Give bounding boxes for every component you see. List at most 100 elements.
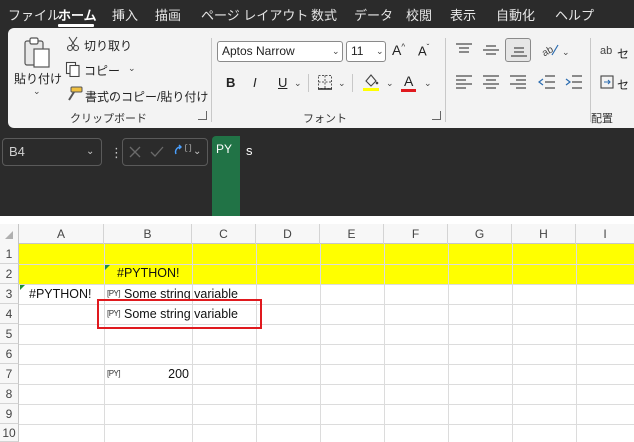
menu-data[interactable]: データ xyxy=(354,5,393,24)
column-header-g[interactable]: G xyxy=(448,224,512,244)
font-color-dropdown-icon[interactable]: ⌄ xyxy=(424,78,432,89)
column-header-f[interactable]: F xyxy=(384,224,448,244)
orientation-icon[interactable]: ab xyxy=(540,41,560,59)
fill-color-dropdown-icon[interactable]: ⌄ xyxy=(386,78,394,89)
copy-dropdown-icon[interactable]: ⌄ xyxy=(128,63,136,74)
python-badge: PY xyxy=(212,136,240,216)
gridline xyxy=(19,364,634,365)
borders-icon[interactable] xyxy=(317,74,333,90)
align-center-icon[interactable] xyxy=(482,74,500,90)
increase-indent-icon[interactable] xyxy=(565,74,583,90)
column-header-e[interactable]: E xyxy=(320,224,384,244)
menu-page-layout[interactable]: ページ レイアウト xyxy=(201,5,308,24)
group-divider xyxy=(211,38,212,122)
menu-review[interactable]: 校閲 xyxy=(406,5,432,24)
orientation-dropdown-icon[interactable]: ⌄ xyxy=(562,47,570,58)
font-color-button[interactable]: A xyxy=(404,73,413,89)
bold-button[interactable]: B xyxy=(226,75,235,90)
italic-button[interactable]: I xyxy=(253,75,257,90)
font-group-label: フォント xyxy=(303,113,347,125)
format-painter-icon[interactable] xyxy=(65,86,83,102)
menu-home[interactable]: ホーム xyxy=(58,5,97,24)
row-header-6[interactable]: 6 xyxy=(0,344,19,364)
gridline xyxy=(19,284,634,285)
copy-button-label[interactable]: コピー xyxy=(84,62,120,79)
font-size-dropdown-icon[interactable]: ⌄ xyxy=(376,46,384,57)
column-header-a[interactable]: A xyxy=(19,224,104,244)
cell-b2[interactable]: #PYTHON! xyxy=(117,266,180,280)
row-header-1[interactable]: 1 xyxy=(0,244,19,264)
python-mode-icon[interactable]: [] xyxy=(173,142,193,160)
align-middle-icon[interactable] xyxy=(482,42,500,58)
menu-view[interactable]: 表示 xyxy=(450,5,476,24)
align-left-icon[interactable] xyxy=(455,74,473,90)
clipboard-group-label: クリップボード xyxy=(70,113,147,125)
cancel-icon[interactable] xyxy=(128,145,142,159)
row-header-8[interactable]: 8 xyxy=(0,384,19,404)
gridline xyxy=(576,244,577,442)
menu-automate[interactable]: 自動化 xyxy=(496,5,535,24)
underline-dropdown-icon[interactable]: ⌄ xyxy=(294,78,302,89)
column-header-b[interactable]: B xyxy=(104,224,192,244)
align-top-icon[interactable] xyxy=(455,42,473,58)
annotation-highlight-box xyxy=(97,299,262,329)
clipboard-dialog-launcher-icon[interactable] xyxy=(198,111,207,120)
copy-icon[interactable] xyxy=(65,61,81,77)
format-painter-label[interactable]: 書式のコピー/貼り付け xyxy=(85,88,208,105)
borders-dropdown-icon[interactable]: ⌄ xyxy=(338,78,346,89)
paste-dropdown-icon[interactable]: ⌄ xyxy=(33,86,41,97)
font-name-dropdown-icon[interactable]: ⌄ xyxy=(332,46,340,57)
font-divider xyxy=(308,74,309,92)
cell-a3[interactable]: #PYTHON! xyxy=(29,287,92,301)
column-header-c[interactable]: C xyxy=(192,224,256,244)
cut-icon[interactable] xyxy=(66,36,80,52)
align-bottom-button[interactable] xyxy=(505,38,531,62)
row-header-9[interactable]: 9 xyxy=(0,404,19,424)
wrap-text-label[interactable]: セ xyxy=(617,45,629,62)
gridline xyxy=(19,424,634,425)
gridline xyxy=(192,244,193,442)
row-header-10[interactable]: 10 xyxy=(0,424,19,442)
gridline xyxy=(19,264,634,265)
row-header-2[interactable]: 2 xyxy=(0,264,19,284)
name-box-dropdown-icon[interactable]: ⌄ xyxy=(86,146,94,157)
wrap-text-icon[interactable]: ab xyxy=(600,42,612,58)
menu-formulas[interactable]: 数式 xyxy=(311,5,337,24)
cell-b7[interactable]: 200 xyxy=(164,367,189,381)
font-dialog-launcher-icon[interactable] xyxy=(432,111,441,120)
font-name-select[interactable]: Aptos Narrow xyxy=(217,41,343,62)
decrease-indent-icon[interactable] xyxy=(538,74,556,90)
align-right-icon[interactable] xyxy=(509,74,527,90)
menu-insert[interactable]: 挿入 xyxy=(112,5,138,24)
gridline xyxy=(512,244,513,442)
column-header-d[interactable]: D xyxy=(256,224,320,244)
menu-draw[interactable]: 描画 xyxy=(155,5,181,24)
decrease-font-size-icon[interactable]: Aˇ xyxy=(418,43,429,58)
gridline xyxy=(384,244,385,442)
formula-input[interactable]: s xyxy=(246,143,253,158)
name-box-value: B4 xyxy=(9,144,25,159)
enter-check-icon[interactable] xyxy=(149,145,165,159)
merge-center-label[interactable]: セ xyxy=(617,76,629,93)
row-header-3[interactable]: 3 xyxy=(0,284,19,304)
column-header-h[interactable]: H xyxy=(512,224,576,244)
select-all-corner[interactable] xyxy=(0,224,19,244)
cut-button-label[interactable]: 切り取り xyxy=(84,37,132,54)
gridline xyxy=(19,344,634,345)
column-header-i[interactable]: I xyxy=(576,224,634,244)
row-header-7[interactable]: 7 xyxy=(0,364,19,384)
error-indicator-a3 xyxy=(20,285,25,290)
merge-center-icon[interactable] xyxy=(600,74,614,90)
underline-button[interactable]: U xyxy=(278,75,287,90)
fill-color-icon[interactable] xyxy=(362,72,380,92)
paste-button-label[interactable]: 貼り付け xyxy=(14,70,62,87)
increase-font-size-icon[interactable]: A^ xyxy=(392,42,405,58)
row-header-5[interactable]: 5 xyxy=(0,324,19,344)
row-header-4[interactable]: 4 xyxy=(0,304,19,324)
paste-icon[interactable] xyxy=(22,36,52,70)
python-mode-dropdown-icon[interactable]: ⌄ xyxy=(193,146,201,157)
menu-file[interactable]: ファイル xyxy=(8,5,60,24)
gridline xyxy=(320,244,321,442)
svg-text:ab: ab xyxy=(600,45,612,57)
menu-help[interactable]: ヘルプ xyxy=(555,5,594,24)
